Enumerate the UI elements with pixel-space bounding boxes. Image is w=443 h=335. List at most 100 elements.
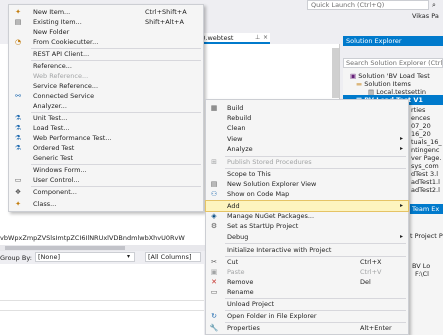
menu-item-clean[interactable]: Clean bbox=[206, 123, 408, 133]
settings-file-icon: ▤ bbox=[368, 88, 377, 96]
tree-item-label: tuals_16_ bbox=[411, 138, 442, 146]
menu-item-open-folder-in-file-explorer[interactable]: ↻ Open Folder in File Explorer bbox=[206, 311, 408, 321]
menu-item-publish-stored-procedures[interactable]: ⊞ Publish Stored Procedures bbox=[206, 157, 408, 167]
menu-item-build[interactable]: ▦ Build bbox=[206, 103, 408, 113]
menu-item-scope-to-this[interactable]: Scope to This bbox=[206, 169, 408, 179]
menu-item-class[interactable]: ✦ Class... bbox=[9, 199, 203, 209]
menu-item-web-performance-test[interactable]: ⚗ Web Performance Test... bbox=[9, 133, 203, 143]
chevron-right-icon: ▸ bbox=[399, 145, 403, 152]
pin-icon[interactable]: ⊥ bbox=[255, 34, 260, 41]
tree-item[interactable]: 07_20 bbox=[411, 122, 431, 130]
tree-item-label: ences bbox=[411, 114, 431, 122]
menu-item-user-control[interactable]: ▭ User Control... bbox=[9, 175, 203, 185]
tree-item-label: dTest 3.l bbox=[411, 170, 438, 178]
startup-gear-icon: ⚙ bbox=[210, 222, 218, 230]
tree-item-label: Local.testsettin bbox=[376, 88, 427, 96]
connected-service-icon: ⚯ bbox=[15, 92, 21, 100]
code-map-icon: ⚇ bbox=[210, 190, 218, 198]
folder-icon: ▬ bbox=[356, 80, 365, 88]
tree-item-label: Solution 'BV Load Test bbox=[358, 72, 430, 80]
menu-item-rename[interactable]: ▭ Rename bbox=[206, 287, 408, 297]
menu-item-unit-test[interactable]: ⚗ Unit Test... bbox=[9, 113, 203, 123]
paste-icon: ▣ bbox=[210, 268, 218, 276]
menu-item-debug[interactable]: Debug ▸ bbox=[206, 232, 408, 242]
menu-item-from-cookiecutter[interactable]: ◔ From Cookiecutter... bbox=[9, 37, 203, 47]
menu-item-analyzer[interactable]: Analyzer... bbox=[9, 101, 203, 111]
menu-item-new-folder[interactable]: New Folder bbox=[9, 27, 203, 37]
existing-item-icon: ▤ bbox=[14, 18, 22, 26]
menu-item-properties[interactable]: 🔧 Properties Alt+Enter bbox=[206, 323, 408, 333]
chevron-right-icon: ▸ bbox=[399, 135, 403, 142]
menu-item-view[interactable]: View ▸ bbox=[206, 134, 408, 144]
horizontal-scrollbar-thumb[interactable] bbox=[5, 246, 125, 250]
tree-item[interactable]: sys_com bbox=[411, 162, 439, 170]
menu-item-analyze[interactable]: Analyze ▸ bbox=[206, 144, 408, 154]
tree-item[interactable]: ▬ Solution Items bbox=[356, 80, 411, 88]
menu-item-connected-service[interactable]: ⚯ Connected Service bbox=[9, 91, 203, 101]
grid-divider bbox=[0, 300, 204, 301]
menu-item-rebuild[interactable]: Rebuild bbox=[206, 113, 408, 123]
solution-explorer-search-input[interactable]: Search Solution Explorer (Ctrl+ bbox=[343, 58, 443, 68]
solution-explorer-header: Solution Explorer bbox=[343, 36, 443, 46]
project-context-menu: ▦ Build Rebuild Clean View ▸ Analyze ▸ ⊞ Pub… bbox=[205, 99, 409, 335]
tree-item[interactable]: ▣ Solution 'BV Load Test bbox=[350, 72, 430, 80]
menu-item-web-reference[interactable]: Web Reference... bbox=[9, 71, 203, 81]
menu-item-reference[interactable]: Reference... bbox=[9, 61, 203, 71]
menu-item-rest-api-client[interactable]: REST API Client... bbox=[9, 49, 203, 59]
close-icon[interactable]: × bbox=[263, 34, 268, 41]
columns-select[interactable]: [All Columns] bbox=[145, 252, 201, 262]
menu-item-generic-test[interactable]: Generic Test bbox=[9, 153, 203, 163]
publish-icon: ⊞ bbox=[211, 158, 217, 166]
menu-item-remove[interactable]: ✕ Remove Del bbox=[206, 277, 408, 287]
tree-item[interactable]: tuals_16_ bbox=[411, 138, 442, 146]
group-by-label: Group By: bbox=[0, 254, 32, 262]
class-icon: ✦ bbox=[15, 200, 21, 208]
menu-item-windows-form[interactable]: Windows Form... bbox=[9, 165, 203, 175]
tree-item-label: ntingenc bbox=[411, 146, 440, 154]
rename-icon: ▭ bbox=[210, 288, 218, 296]
chevron-right-icon: ▸ bbox=[399, 233, 403, 240]
menu-item-new-solution-explorer-view[interactable]: ▤ New Solution Explorer View bbox=[206, 179, 408, 189]
vertical-scrollbar[interactable] bbox=[332, 48, 339, 98]
chevron-down-icon[interactable]: ▾ bbox=[127, 253, 130, 260]
tree-item[interactable]: rties bbox=[411, 106, 425, 114]
remove-icon: ✕ bbox=[211, 278, 217, 286]
tree-item[interactable]: adTest1.l bbox=[411, 178, 440, 186]
menu-item-new-item[interactable]: ✦ New Item... Ctrl+Shift+A bbox=[9, 7, 203, 17]
menu-separator bbox=[225, 243, 406, 244]
quick-launch-input[interactable]: Quick Launch (Ctrl+Q) bbox=[307, 0, 429, 10]
team-explorer-tab[interactable]: Team Ex bbox=[410, 204, 443, 214]
open-folder-icon: ↻ bbox=[211, 312, 217, 320]
menu-item-ordered-test[interactable]: ⚗ Ordered Test bbox=[9, 143, 203, 153]
tree-item[interactable]: dTest 3.l bbox=[411, 170, 438, 178]
new-item-icon: ✦ bbox=[15, 8, 21, 16]
tree-item[interactable]: adTest2.l bbox=[411, 186, 440, 194]
tree-item-label: adTest2.l bbox=[411, 186, 440, 194]
menu-item-service-reference[interactable]: Service Reference... bbox=[9, 81, 203, 91]
group-by-select[interactable]: [None] bbox=[35, 252, 135, 262]
menu-item-set-as-startup-project[interactable]: ⚙ Set as StartUp Project bbox=[206, 221, 408, 231]
web-performance-test-icon: ⚗ bbox=[14, 134, 22, 142]
tree-item[interactable]: ences bbox=[411, 114, 430, 122]
menu-item-manage-nuget-packages[interactable]: ◈ Manage NuGet Packages... bbox=[206, 211, 408, 221]
tree-item-label: adTest1.l bbox=[411, 178, 440, 186]
new-explorer-view-icon: ▤ bbox=[210, 180, 218, 188]
properties-value: BV Lo bbox=[412, 262, 431, 270]
ordered-test-icon: ⚗ bbox=[14, 144, 22, 152]
menu-item-load-test[interactable]: ⚗ Load Test... bbox=[9, 123, 203, 133]
menu-item-cut[interactable]: ✂ Cut Ctrl+X bbox=[206, 257, 408, 267]
menu-item-add[interactable]: Add ▸ bbox=[205, 200, 409, 212]
search-icon[interactable]: ⌕ bbox=[432, 1, 441, 9]
tree-item[interactable]: ntingenc bbox=[411, 146, 439, 154]
tree-item[interactable]: ▤ Local.testsettin bbox=[368, 88, 426, 96]
tree-item[interactable]: ver Page. bbox=[411, 154, 441, 162]
tree-item[interactable]: 16_20 bbox=[411, 130, 431, 138]
menu-item-component[interactable]: ❖ Component... bbox=[9, 187, 203, 197]
menu-item-unload-project[interactable]: Unload Project bbox=[206, 299, 408, 309]
menu-item-initialize-interactive[interactable]: Initialize Interactive with Project bbox=[206, 245, 408, 255]
menu-item-paste[interactable]: ▣ Paste Ctrl+V bbox=[206, 267, 408, 277]
user-name[interactable]: Vikas Pa bbox=[412, 12, 439, 20]
menu-item-show-on-code-map[interactable]: ⚇ Show on Code Map bbox=[206, 189, 408, 199]
menu-item-existing-item[interactable]: ▤ Existing Item... Shift+Alt+A bbox=[9, 17, 203, 27]
tree-item-label: ver Page. bbox=[411, 154, 442, 162]
